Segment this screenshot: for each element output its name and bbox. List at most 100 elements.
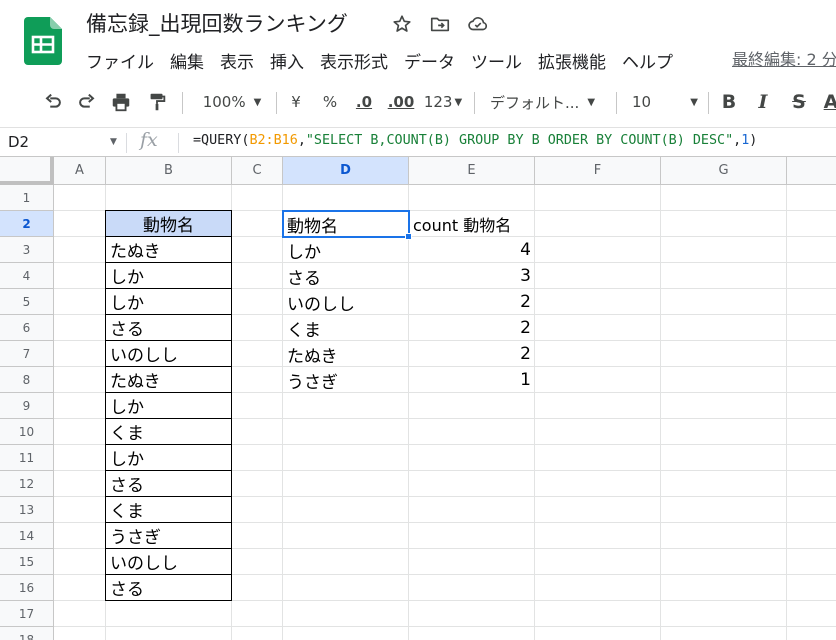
- cell-b16[interactable]: さる: [105, 574, 232, 601]
- column-header-next[interactable]: [787, 157, 836, 185]
- spreadsheet-grid[interactable]: A B C D E F G 1 2 3 4 5 6 7 8 9 10 11 12 13 14 15 16 17 18 動物名 たぬき…: [0, 157, 836, 640]
- currency-button[interactable]: ¥: [284, 84, 308, 120]
- cell-b14[interactable]: うさぎ: [105, 522, 232, 549]
- toolbar-divider: [616, 92, 617, 114]
- toolbar-divider: [474, 92, 475, 114]
- cell-e8[interactable]: 1: [409, 367, 535, 393]
- paint-format-button[interactable]: [144, 84, 170, 120]
- cell-d7[interactable]: たぬき: [283, 341, 409, 367]
- row-header-14[interactable]: 14: [0, 523, 54, 549]
- cell-b12[interactable]: さる: [105, 470, 232, 497]
- row-header-12[interactable]: 12: [0, 471, 54, 497]
- cell-e4[interactable]: 3: [409, 263, 535, 289]
- cell-b10[interactable]: くま: [105, 418, 232, 445]
- toolbar-divider: [708, 92, 709, 114]
- decrease-decimal-button[interactable]: .0: [350, 84, 378, 120]
- cell-b13[interactable]: くま: [105, 496, 232, 523]
- cell-b11[interactable]: しか: [105, 444, 232, 471]
- font-family-select[interactable]: デフォルト... ▼: [490, 84, 606, 120]
- row-header-15[interactable]: 15: [0, 549, 54, 575]
- cell-b4[interactable]: しか: [105, 262, 232, 289]
- name-box[interactable]: D2: [8, 133, 29, 151]
- cell-d4[interactable]: さる: [283, 263, 409, 289]
- menu-format[interactable]: 表示形式: [312, 46, 396, 75]
- text-color-button[interactable]: A: [822, 84, 836, 120]
- column-header-g[interactable]: G: [661, 157, 787, 185]
- font-size-select[interactable]: 10 ▼: [632, 84, 698, 120]
- menu-tools[interactable]: ツール: [463, 46, 530, 75]
- last-edit-link[interactable]: 最終編集: 2 分: [732, 46, 836, 70]
- italic-button[interactable]: I: [752, 84, 774, 120]
- number-format-select[interactable]: 123 ▼: [422, 84, 464, 120]
- number-format-value: 123: [423, 93, 453, 111]
- move-to-folder-icon[interactable]: [428, 12, 452, 36]
- menu-file[interactable]: ファイル: [78, 46, 162, 75]
- increase-decimal-button[interactable]: .00: [386, 84, 416, 120]
- print-icon: [112, 93, 130, 112]
- formula-bar-divider: [126, 133, 127, 153]
- star-icon[interactable]: [390, 12, 414, 36]
- row-header-1[interactable]: 1: [0, 185, 54, 211]
- cell-b5[interactable]: しか: [105, 288, 232, 315]
- cloud-status-icon[interactable]: [466, 12, 490, 36]
- row-header-4[interactable]: 4: [0, 263, 54, 289]
- column-header-d[interactable]: D: [283, 157, 409, 185]
- menu-view[interactable]: 表示: [212, 46, 262, 75]
- menu-edit[interactable]: 編集: [162, 46, 212, 75]
- menu-extensions[interactable]: 拡張機能: [530, 46, 614, 75]
- row-header-3[interactable]: 3: [0, 237, 54, 263]
- row-header-7[interactable]: 7: [0, 341, 54, 367]
- print-button[interactable]: [108, 84, 134, 120]
- formula-input[interactable]: =QUERY(B2:B16,"SELECT B,COUNT(B) GROUP B…: [193, 133, 757, 148]
- column-header-b[interactable]: B: [106, 157, 232, 185]
- row-header-5[interactable]: 5: [0, 289, 54, 315]
- cell-d8[interactable]: うさぎ: [283, 367, 409, 393]
- cell-b9[interactable]: しか: [105, 392, 232, 419]
- row-header-18[interactable]: 18: [0, 627, 54, 640]
- cell-b7[interactable]: いのしし: [105, 340, 232, 367]
- zoom-select[interactable]: 100% ▼: [196, 84, 268, 120]
- row-header-13[interactable]: 13: [0, 497, 54, 523]
- row-header-8[interactable]: 8: [0, 367, 54, 393]
- cell-d5[interactable]: いのしし: [283, 289, 409, 315]
- percent-button[interactable]: %: [318, 84, 342, 120]
- column-header-a[interactable]: A: [54, 157, 106, 185]
- cell-e6[interactable]: 2: [409, 315, 535, 341]
- row-header-9[interactable]: 9: [0, 393, 54, 419]
- fill-handle[interactable]: [405, 233, 412, 240]
- undo-button[interactable]: [40, 84, 66, 120]
- cell-e5[interactable]: 2: [409, 289, 535, 315]
- cell-b8[interactable]: たぬき: [105, 366, 232, 393]
- strikethrough-button[interactable]: S: [788, 84, 810, 120]
- row-header-2[interactable]: 2: [0, 211, 54, 237]
- undo-icon: [45, 93, 61, 108]
- cell-d3[interactable]: しか: [283, 237, 409, 263]
- menu-insert[interactable]: 挿入: [262, 46, 312, 75]
- chevron-down-icon[interactable]: ▼: [110, 137, 117, 147]
- document-title[interactable]: 備忘録_出現回数ランキング: [86, 8, 348, 38]
- cell-b3[interactable]: たぬき: [105, 236, 232, 263]
- formula-separator: ,: [733, 133, 742, 148]
- cell-e2[interactable]: count 動物名: [409, 211, 549, 237]
- bold-button[interactable]: B: [718, 84, 740, 120]
- row-header-10[interactable]: 10: [0, 419, 54, 445]
- formula-bar-divider: [178, 133, 179, 153]
- select-all-corner[interactable]: [0, 157, 54, 185]
- row-header-11[interactable]: 11: [0, 445, 54, 471]
- cell-b6[interactable]: さる: [105, 314, 232, 341]
- cell-b15[interactable]: いのしし: [105, 548, 232, 575]
- cell-e3[interactable]: 4: [409, 237, 535, 263]
- menu-data[interactable]: データ: [396, 46, 463, 75]
- cell-d6[interactable]: くま: [283, 315, 409, 341]
- redo-button[interactable]: [74, 84, 100, 120]
- row-header-6[interactable]: 6: [0, 315, 54, 341]
- column-header-e[interactable]: E: [409, 157, 535, 185]
- column-header-c[interactable]: C: [232, 157, 283, 185]
- row-header-17[interactable]: 17: [0, 601, 54, 627]
- cell-b2-header[interactable]: 動物名: [105, 210, 232, 237]
- cell-e7[interactable]: 2: [409, 341, 535, 367]
- row-header-16[interactable]: 16: [0, 575, 54, 601]
- sheets-logo[interactable]: [24, 17, 62, 65]
- column-header-f[interactable]: F: [535, 157, 661, 185]
- menu-help[interactable]: ヘルプ: [614, 46, 681, 75]
